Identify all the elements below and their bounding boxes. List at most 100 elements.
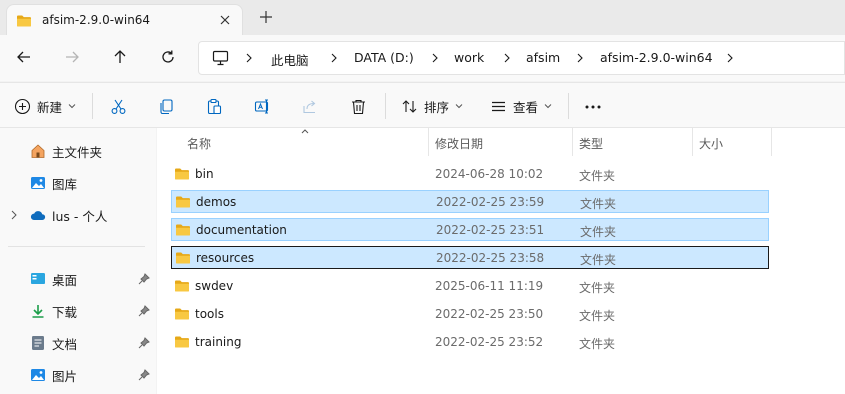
forward-icon[interactable] [63, 48, 81, 66]
sort-button[interactable]: 排序 [401, 96, 464, 116]
toolbar-divider [92, 93, 93, 119]
tab-title: afsim-2.9.0-win64 [42, 13, 151, 27]
plus-circle-icon [14, 98, 31, 114]
pin-icon[interactable] [138, 337, 150, 349]
column-resize-handle[interactable] [771, 128, 772, 156]
view-button[interactable]: 查看 [490, 96, 553, 116]
navigation-pane: 主文件夹 图库 lus - 个人 桌面 下载 文档 图片 [0, 128, 156, 394]
paste-button[interactable] [206, 96, 223, 116]
command-bar: 新建 排序 查看 [0, 82, 845, 128]
sidebar-item-label: 桌面 [52, 272, 78, 288]
column-header-label: 大小 [699, 137, 724, 151]
sidebar-item-pictures[interactable]: 图片 [30, 365, 77, 385]
share-button[interactable] [302, 96, 319, 116]
file-modified-date: 2025-06-11 11:19 [435, 279, 544, 293]
chevron-right-icon[interactable] [329, 51, 339, 65]
copy-icon [160, 98, 173, 114]
file-name: tools [195, 307, 224, 321]
sidebar-item-label: 图片 [52, 368, 78, 384]
file-type: 文件夹 [579, 169, 616, 183]
file-modified-date: 2022-02-25 23:51 [436, 223, 545, 237]
scissors-icon [111, 99, 126, 114]
file-type: 文件夹 [580, 253, 617, 267]
sidebar-item-home[interactable]: 主文件夹 [30, 141, 102, 161]
sidebar-item-gallery[interactable]: 图库 [30, 173, 77, 193]
column-header-label: 修改日期 [435, 137, 484, 151]
tab-strip: afsim-2.9.0-win64 [0, 0, 845, 35]
table-row[interactable]: resources 2022-02-25 23:58 文件夹 [171, 246, 769, 269]
delete-button[interactable] [350, 96, 367, 116]
column-header-label: 类型 [579, 137, 604, 151]
chevron-right-icon[interactable] [502, 51, 512, 65]
folder-icon [175, 280, 189, 292]
breadcrumb-afsim[interactable]: afsim [526, 50, 560, 65]
file-type: 文件夹 [579, 337, 616, 351]
chevron-right-icon[interactable] [244, 51, 254, 65]
file-name: documentation [196, 223, 287, 237]
up-icon[interactable] [111, 48, 129, 66]
table-row[interactable]: swdev 2025-06-11 11:19 文件夹 [171, 275, 769, 298]
sidebar-item-onedrive[interactable]: lus - 个人 [30, 205, 107, 225]
chevron-right-icon[interactable] [9, 209, 19, 221]
sidebar-divider [8, 246, 145, 247]
back-icon[interactable] [15, 48, 33, 66]
chevron-down-icon [544, 104, 552, 109]
breadcrumb-this-pc[interactable]: 此电脑 [271, 50, 309, 69]
sidebar-item-label: 下载 [52, 304, 78, 320]
table-row[interactable]: tools 2022-02-25 23:50 文件夹 [171, 303, 769, 326]
folder-icon [175, 168, 189, 180]
pin-icon[interactable] [138, 369, 150, 381]
navigation-row: 此电脑 DATA (D:) work afsim afsim-2.9.0-win… [0, 35, 845, 81]
table-row[interactable]: bin 2024-06-28 10:02 文件夹 [171, 163, 769, 186]
column-header-date[interactable]: 修改日期 [429, 128, 573, 156]
more-options-button[interactable] [584, 96, 602, 116]
share-icon [303, 100, 316, 113]
cloud-icon [30, 211, 46, 220]
file-type: 文件夹 [580, 225, 617, 239]
close-icon[interactable] [217, 12, 233, 28]
view-list-icon [492, 101, 505, 111]
rename-button[interactable] [254, 96, 271, 116]
column-header-type[interactable]: 类型 [573, 128, 693, 156]
chevron-right-icon[interactable] [430, 51, 440, 65]
file-type: 文件夹 [579, 281, 616, 295]
pin-icon[interactable] [138, 305, 150, 317]
file-modified-date: 2022-02-25 23:59 [436, 195, 545, 209]
tab-current[interactable]: afsim-2.9.0-win64 [6, 4, 243, 35]
sidebar-item-label: 文档 [52, 336, 78, 352]
table-row[interactable]: documentation 2022-02-25 23:51 文件夹 [171, 218, 769, 241]
more-icon [585, 105, 601, 108]
view-button-label: 查看 [513, 99, 539, 115]
column-header-size[interactable]: 大小 [693, 128, 771, 156]
copy-button[interactable] [158, 96, 175, 116]
chevron-right-icon[interactable] [575, 51, 585, 65]
sidebar-item-label: lus - 个人 [52, 208, 108, 224]
breadcrumb-current-folder[interactable]: afsim-2.9.0-win64 [600, 50, 713, 65]
new-tab-icon[interactable] [258, 9, 274, 25]
download-icon [32, 305, 44, 318]
sort-icon [402, 99, 417, 113]
chevron-right-icon[interactable] [725, 51, 735, 65]
sidebar-item-label: 图库 [52, 176, 78, 192]
folder-icon [175, 308, 189, 320]
toolbar-divider [568, 93, 569, 119]
table-row[interactable]: demos 2022-02-25 23:59 文件夹 [171, 190, 769, 213]
sort-button-label: 排序 [424, 99, 450, 115]
file-name: bin [195, 167, 214, 181]
table-row[interactable]: training 2022-02-25 23:52 文件夹 [171, 331, 769, 354]
address-bar[interactable]: 此电脑 DATA (D:) work afsim afsim-2.9.0-win… [198, 41, 845, 75]
cut-button[interactable] [110, 96, 127, 116]
refresh-icon[interactable] [159, 48, 177, 66]
new-button[interactable]: 新建 [14, 96, 77, 116]
sidebar-item-documents[interactable]: 文档 [30, 333, 77, 353]
sidebar-item-desktop[interactable]: 桌面 [30, 269, 77, 289]
paste-icon [207, 98, 222, 114]
column-header-name[interactable]: 名称 [181, 128, 429, 156]
toolbar-divider [385, 93, 386, 119]
pin-icon[interactable] [138, 273, 150, 285]
desktop-icon [31, 273, 45, 284]
breadcrumb-data-drive[interactable]: DATA (D:) [354, 50, 414, 65]
sidebar-item-downloads[interactable]: 下载 [30, 301, 77, 321]
file-name: training [195, 335, 242, 349]
breadcrumb-work[interactable]: work [454, 50, 484, 65]
